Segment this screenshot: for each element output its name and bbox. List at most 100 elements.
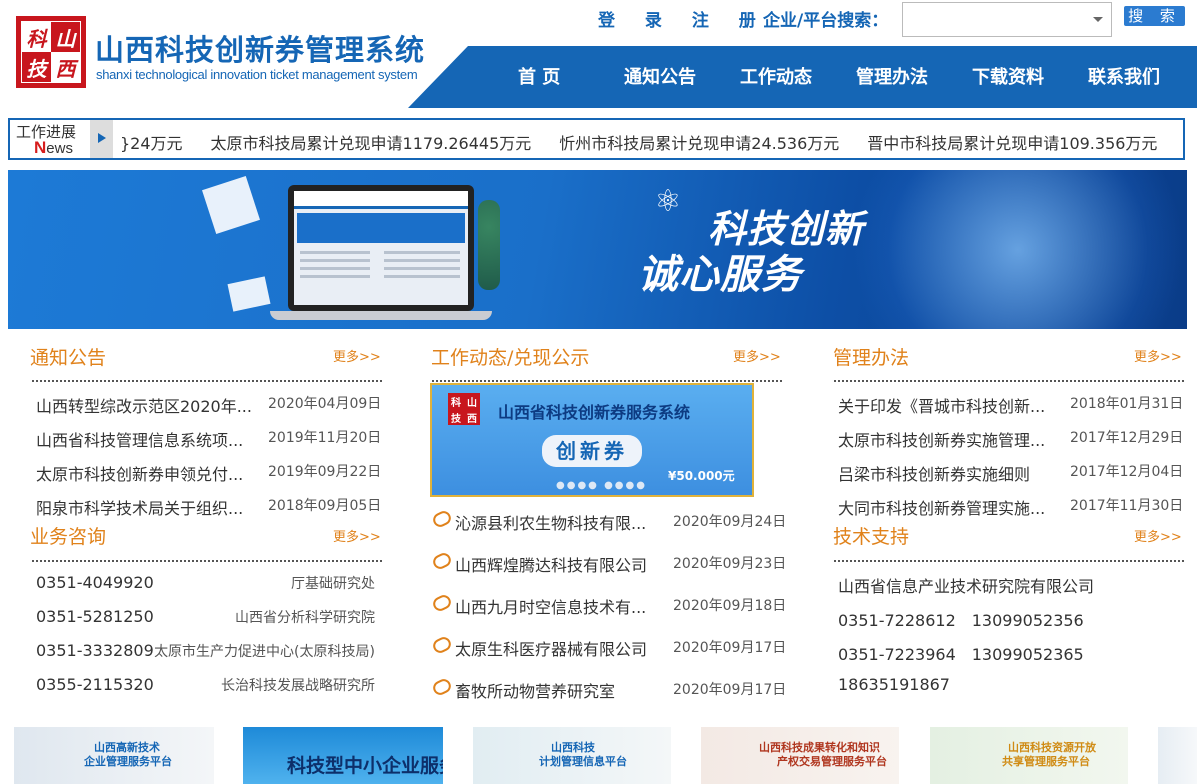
screen-line: [300, 259, 370, 262]
coupon-title: 山西省科技创新券服务系统: [498, 403, 691, 422]
consult-org: 长治科技发展战略研究所: [221, 678, 375, 694]
notice-item[interactable]: 山西转型综改示范区2020年...: [36, 393, 252, 417]
rules-item[interactable]: 关于印发《晋城市科技创新...: [838, 393, 1045, 417]
work-title[interactable]: 工作动态/兑现公示: [431, 343, 589, 370]
rules-date: 2017年12月29日: [1070, 430, 1184, 446]
ticket-icon: [430, 634, 454, 656]
divider: [32, 380, 382, 382]
nav-notice[interactable]: 通知公告: [624, 63, 696, 89]
platform-line2: 企业管理服务平台: [84, 755, 172, 768]
work-item[interactable]: 沁源县利农生物科技有限...: [455, 510, 646, 534]
notice-item[interactable]: 山西省科技管理信息系统项...: [36, 427, 243, 451]
rules-item[interactable]: 大同市科技创新券管理实施...: [838, 495, 1045, 519]
search-button[interactable]: 搜 索: [1124, 6, 1185, 26]
screen-line: [384, 267, 460, 270]
logo-seal: 科 山 技 西: [21, 21, 81, 83]
support-contact: 18635191867: [838, 675, 950, 694]
consult-phone: 0351-5281250: [36, 607, 154, 626]
ticker-item[interactable]: }24万元: [120, 134, 183, 153]
platform-line2: 计划管理信息平台: [539, 755, 627, 768]
rules-date: 2018年01月31日: [1070, 396, 1184, 412]
consult-org: 厅基础研究处: [291, 576, 375, 592]
nav-work[interactable]: 工作动态: [740, 63, 812, 89]
ticker-item[interactable]: 晋中市科技局累计兑现申请109.356万元: [867, 134, 1157, 153]
platform-tile[interactable]: 科技型中小企业服务: [243, 727, 443, 784]
consult-phone: 0351-3332809: [36, 641, 154, 660]
screen-line: [300, 251, 370, 254]
paper-graphic: [227, 276, 271, 312]
support-more-link[interactable]: 更多>>: [1134, 526, 1182, 545]
consult-org: 山西省分析科学研究院: [235, 610, 375, 626]
consult-phone: 0351-4049920: [36, 573, 154, 592]
support-title[interactable]: 技术支持: [833, 522, 909, 549]
site-subtitle: shanxi technological innovation ticket m…: [96, 67, 418, 82]
coupon-main-label: 创新券: [542, 435, 642, 467]
rules-item[interactable]: 吕梁市科技创新券实施细则: [838, 461, 1030, 485]
rules-title[interactable]: 管理办法: [833, 343, 909, 370]
platform-line2: 产权交易管理服务平台: [777, 755, 887, 768]
atom-icon: ⚛: [654, 184, 682, 219]
screen-line: [300, 267, 370, 270]
platform-tile[interactable]: 山西科技 计划管理信息平台: [473, 727, 671, 784]
page: 科 山 技 西 山西科技创新券管理系统 shanxi technological…: [0, 0, 1197, 784]
search-input[interactable]: [902, 2, 1112, 37]
rules-item[interactable]: 太原市科技创新券实施管理...: [838, 427, 1045, 451]
notice-more-link[interactable]: 更多>>: [333, 346, 381, 365]
ticker-label: 工作进展 News: [16, 124, 76, 157]
work-item[interactable]: 太原生科医疗器械有限公司: [455, 636, 647, 660]
laptop-screen: [294, 191, 468, 305]
work-date: 2020年09月17日: [673, 640, 787, 656]
screen-line: [384, 251, 460, 254]
work-item[interactable]: 畜牧所动物营养研究室: [455, 678, 615, 702]
divider: [32, 560, 382, 562]
plant-graphic: [478, 200, 500, 290]
innovation-coupon-banner[interactable]: 科山技西 山西省科技创新券服务系统 创新券 ●●●● ●●●● ¥50.000元: [430, 383, 754, 497]
ticker-track: }24万元 太原市科技局累计兑现申请1179.26445万元 忻州市科技局累计兑现申…: [120, 130, 1183, 154]
laptop-graphic: [288, 185, 474, 311]
site-title: 山西科技创新券管理系统: [95, 33, 426, 67]
nav-downloads[interactable]: 下载资料: [972, 63, 1044, 89]
rules-date: 2017年12月04日: [1070, 464, 1184, 480]
screen-banner: [297, 213, 465, 243]
screen-line: [384, 259, 460, 262]
platform-tile[interactable]: [1158, 727, 1197, 784]
login-register-link[interactable]: 登 录 注 册: [598, 6, 768, 31]
logo-char: 山: [55, 26, 76, 51]
banner-slogan-line2: 诚心服务: [638, 252, 802, 298]
consult-more-link[interactable]: 更多>>: [333, 526, 381, 545]
ticker-label-ews: ews: [46, 140, 73, 157]
notice-title[interactable]: 通知公告: [30, 343, 106, 370]
platform-tile[interactable]: 山西科技资源开放 共享管理服务平台: [930, 727, 1128, 784]
consult-title[interactable]: 业务咨询: [30, 522, 106, 549]
news-ticker: 工作进展 News }24万元 太原市科技局累计兑现申请1179.26445万元 忻…: [8, 118, 1185, 160]
notice-item[interactable]: 阳泉市科学技术局关于组织...: [36, 495, 243, 519]
consult-org: 太原市生产力促进中心(太原科技局): [154, 644, 375, 660]
support-company: 山西省信息产业技术研究院有限公司: [838, 577, 1095, 596]
nav-home[interactable]: 首 页: [518, 63, 560, 89]
coupon-dots: ●●●● ●●●●: [556, 480, 647, 491]
work-date: 2020年09月23日: [673, 556, 787, 572]
rules-more-link[interactable]: 更多>>: [1134, 346, 1182, 365]
play-icon[interactable]: [90, 120, 113, 158]
logo[interactable]: 科 山 技 西: [16, 16, 86, 88]
chevron-down-icon[interactable]: [1093, 17, 1103, 22]
platform-tile[interactable]: 山西科技成果转化和知识 产权交易管理服务平台: [701, 727, 899, 784]
logo-char: 山: [467, 397, 477, 409]
hero-banner[interactable]: ⚛ 科技创新 诚心服务: [8, 170, 1187, 329]
notice-date: 2019年11月20日: [268, 430, 382, 446]
logo-char: 技: [451, 413, 461, 425]
notice-item[interactable]: 太原市科技创新券申领兑付...: [36, 461, 243, 485]
ticker-item[interactable]: 太原市科技局累计兑现申请1179.26445万元: [211, 134, 532, 153]
nav-rules[interactable]: 管理办法: [856, 63, 928, 89]
rules-date: 2017年11月30日: [1070, 498, 1184, 514]
work-more-link[interactable]: 更多>>: [733, 346, 781, 365]
nav-contact[interactable]: 联系我们: [1088, 63, 1160, 89]
platform-tile[interactable]: 山西高新技术 企业管理服务平台: [14, 727, 214, 784]
logo-char: 技: [26, 56, 47, 81]
ticker-item[interactable]: 忻州市科技局累计兑现申请24.536万元: [559, 134, 839, 153]
consult-phone: 0355-2115320: [36, 675, 154, 694]
work-item[interactable]: 山西九月时空信息技术有...: [455, 594, 646, 618]
logo-char: 西: [51, 52, 80, 82]
platform-line2: 共享管理服务平台: [1002, 755, 1090, 768]
work-item[interactable]: 山西辉煌腾达科技有限公司: [455, 552, 647, 576]
